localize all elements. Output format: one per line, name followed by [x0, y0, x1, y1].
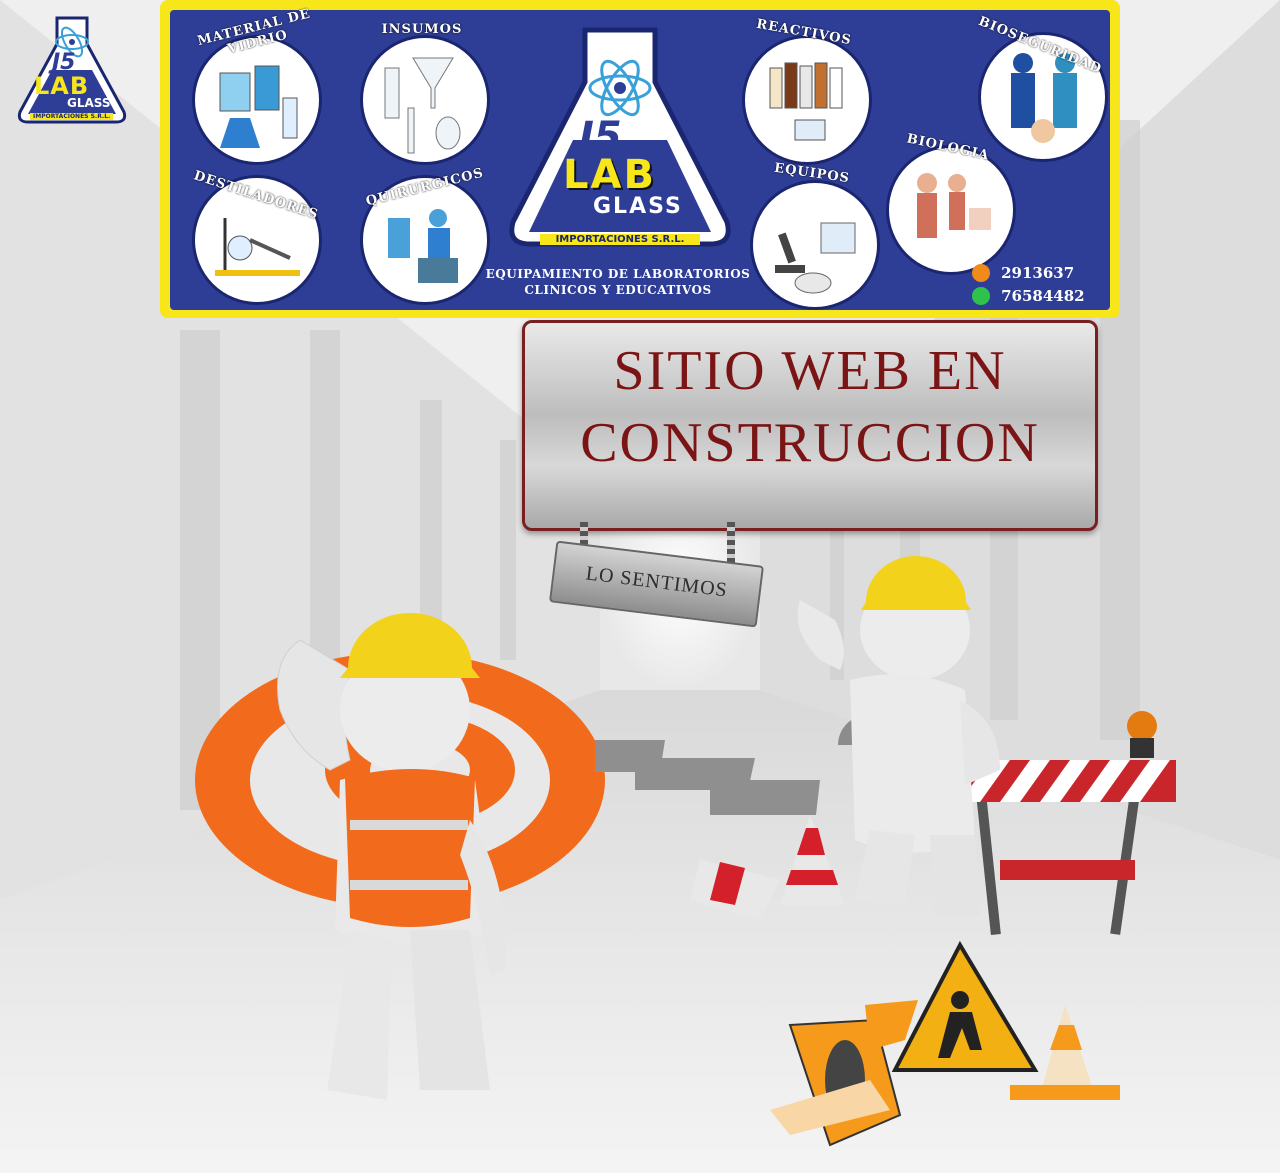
- banner-logo-brand: LAB: [563, 152, 656, 198]
- anatomy-model-icon: [917, 173, 991, 238]
- corner-logo-sub: GLASS: [67, 96, 111, 110]
- banner-slogan-line2: CLINICOS Y EDUCATIVOS: [524, 283, 712, 297]
- sign-title-line1: SITIO WEB EN: [613, 340, 1007, 402]
- category-label-insumos: INSUMOS: [381, 22, 463, 37]
- construction-sign: SITIO WEB EN CONSTRUCCION: [522, 320, 1098, 531]
- corner-logo[interactable]: J5 LAB GLASS IMPORTACIONES S.R.L.: [12, 14, 132, 126]
- reagent-bottles-icon: [769, 62, 843, 141]
- sorry-sign-text: LO SENTIMOS: [584, 562, 729, 602]
- whatsapp-contact[interactable]: 76584482: [972, 285, 1112, 305]
- sign-title-line2: CONSTRUCCION: [580, 412, 1040, 474]
- banner-center-logo[interactable]: J5 LAB GLASS: [505, 22, 735, 254]
- phone-number: 2913637: [1001, 263, 1075, 282]
- funnel-icon: [384, 57, 461, 154]
- banner-slogan-line1: EQUIPAMIENTO DE LABORATORIOS: [485, 267, 751, 281]
- phone-icon: [972, 263, 990, 282]
- phone-contact[interactable]: 2913637: [972, 262, 1112, 282]
- banner-logo-tagline: IMPORTACIONES S.R.L.: [540, 234, 700, 245]
- category-insumos[interactable]: [360, 35, 490, 165]
- microscope-icon: [775, 222, 856, 294]
- whatsapp-icon: [972, 286, 990, 305]
- banner-logo-sub: GLASS: [593, 194, 683, 219]
- corner-logo-tagline: IMPORTACIONES S.R.L.: [30, 113, 114, 120]
- whatsapp-number: 76584482: [1001, 286, 1085, 305]
- category-equipos[interactable]: [750, 180, 880, 310]
- category-reactivos[interactable]: [742, 35, 872, 165]
